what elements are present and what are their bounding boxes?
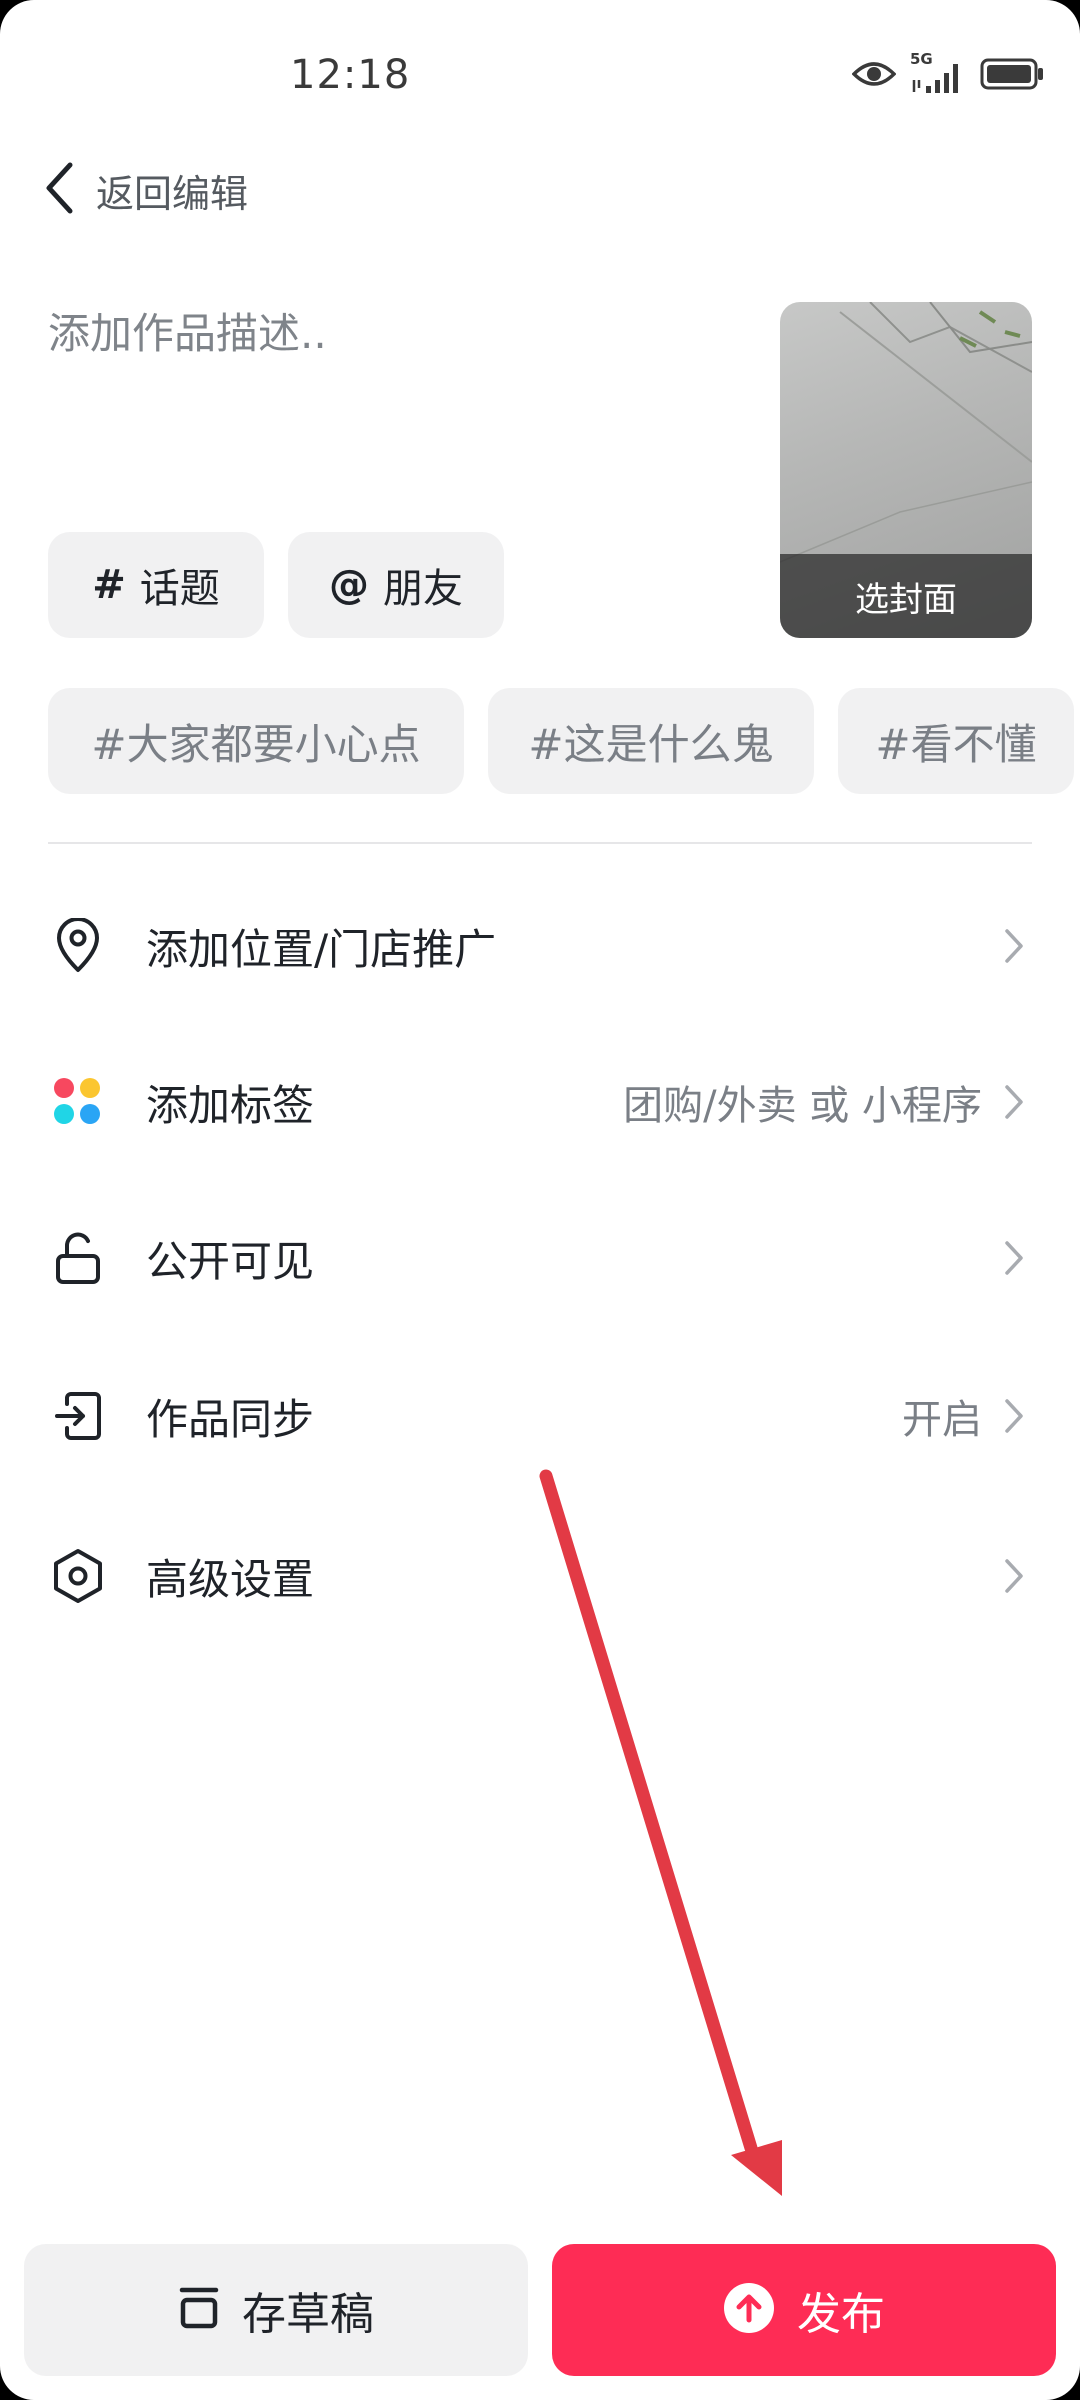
suggested-topic-chip[interactable]: #大家都要小心点 bbox=[48, 688, 464, 794]
settings-row-label: 公开可见 bbox=[146, 1236, 315, 1286]
chevron-left-icon bbox=[44, 161, 74, 219]
unlock-icon bbox=[50, 1230, 106, 1286]
save-draft-label: 存草稿 bbox=[242, 2289, 374, 2340]
settings-row-value: 团购/外卖 或 小程序 bbox=[623, 1083, 982, 1129]
signal-5g-icon: 5G bbox=[910, 50, 966, 94]
cover-select-label: 选封面 bbox=[855, 579, 957, 620]
status-icons: 5G bbox=[851, 50, 1044, 94]
suggested-topic-chip[interactable]: #看不懂 bbox=[838, 688, 1074, 794]
settings-row-sync[interactable]: 作品同步 开启 bbox=[0, 1356, 1080, 1476]
settings-row-location[interactable]: 添加位置/门店推广 bbox=[0, 886, 1080, 1006]
publish-button[interactable]: 发布 bbox=[552, 2244, 1056, 2376]
settings-row-label: 添加标签 bbox=[146, 1080, 315, 1130]
settings-row-advanced[interactable]: 高级设置 bbox=[0, 1516, 1080, 1636]
settings-row-visibility[interactable]: 公开可见 bbox=[0, 1198, 1080, 1318]
mention-friend-button[interactable]: @ 朋友 bbox=[288, 532, 504, 638]
colorful-dots-icon bbox=[50, 1074, 106, 1130]
cover-select-bar: 选封面 bbox=[780, 554, 1032, 638]
chevron-right-icon bbox=[1005, 1559, 1023, 1593]
chevron-right-icon bbox=[1005, 1241, 1023, 1275]
chevron-right-icon bbox=[1005, 1399, 1023, 1433]
description-input[interactable] bbox=[48, 300, 748, 500]
eye-icon bbox=[851, 59, 897, 93]
publish-label: 发布 bbox=[797, 2289, 885, 2340]
at-icon: @ bbox=[329, 562, 369, 608]
cover-thumbnail[interactable]: 选封面 bbox=[780, 302, 1032, 638]
suggested-topic-label: #看不懂 bbox=[875, 719, 1037, 769]
topic-button[interactable]: # 话题 bbox=[48, 532, 264, 638]
divider bbox=[48, 842, 1032, 844]
save-draft-button[interactable]: 存草稿 bbox=[24, 2244, 528, 2376]
status-time: 12:18 bbox=[290, 52, 411, 98]
location-pin-icon bbox=[50, 918, 106, 974]
back-label: 返回编辑 bbox=[96, 171, 249, 216]
suggested-topic-label: #这是什么鬼 bbox=[528, 719, 774, 769]
battery-icon bbox=[980, 58, 1044, 94]
back-button[interactable]: 返回编辑 bbox=[44, 158, 248, 222]
mention-friend-label: 朋友 bbox=[383, 566, 463, 612]
settings-row-tags[interactable]: 添加标签 团购/外卖 或 小程序 bbox=[0, 1042, 1080, 1162]
settings-row-label: 作品同步 bbox=[146, 1394, 315, 1444]
publish-screen: 12:18 5G 返回编辑 添加作品描述.. 选封面 # 话题 @ 朋友 #大家… bbox=[0, 0, 1080, 2400]
settings-row-value: 开启 bbox=[902, 1397, 982, 1443]
chevron-right-icon bbox=[1005, 929, 1023, 963]
upload-arrow-icon bbox=[723, 2282, 775, 2338]
hexagon-settings-icon bbox=[50, 1548, 106, 1604]
suggested-topic-chip[interactable]: #这是什么鬼 bbox=[488, 688, 814, 794]
chevron-right-icon bbox=[1005, 1085, 1023, 1119]
status-bar: 12:18 5G bbox=[0, 0, 1080, 150]
topic-button-label: 话题 bbox=[139, 566, 220, 612]
hashtag-icon: # bbox=[92, 562, 126, 608]
sync-export-icon bbox=[50, 1388, 106, 1444]
suggested-topic-label: #大家都要小心点 bbox=[91, 719, 421, 769]
settings-row-label: 高级设置 bbox=[146, 1554, 315, 1604]
draft-box-icon bbox=[178, 2286, 220, 2334]
settings-row-label: 添加位置/门店推广 bbox=[146, 924, 497, 974]
